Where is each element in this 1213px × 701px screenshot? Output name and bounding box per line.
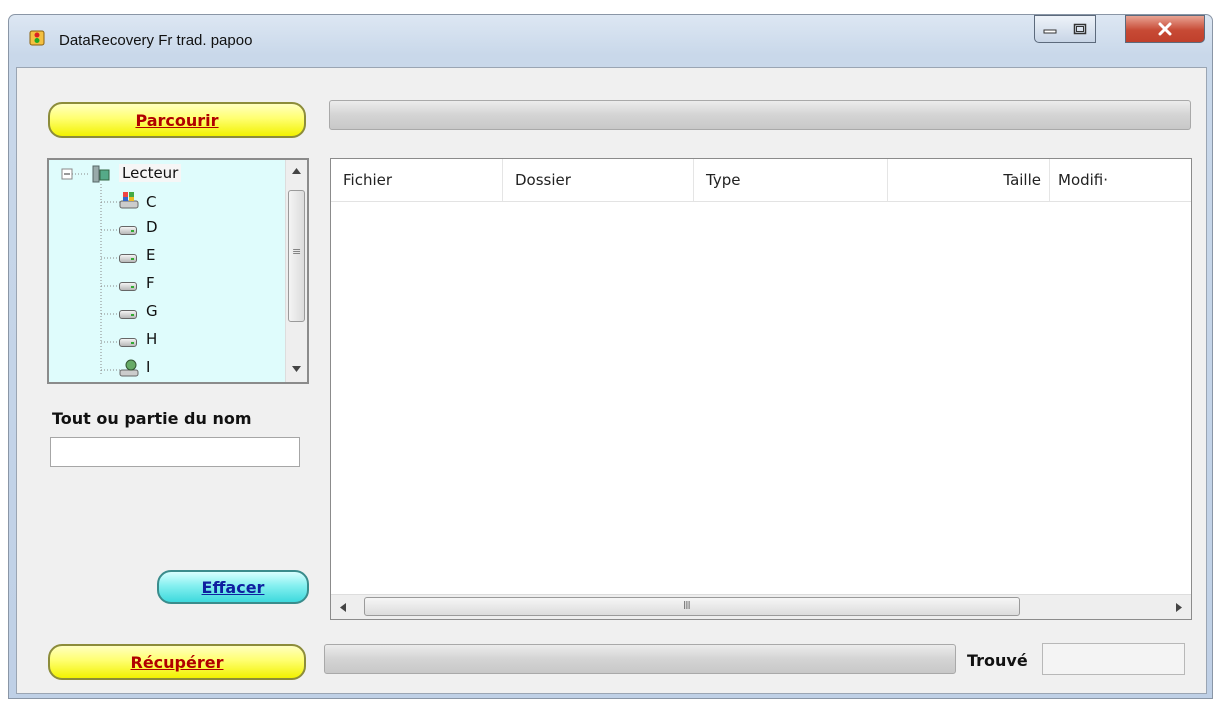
scroll-left-arrow-icon[interactable]	[340, 603, 346, 612]
tree-drive-f[interactable]: F	[146, 274, 155, 292]
column-header-dossier[interactable]: Dossier	[503, 159, 694, 201]
column-header-fichier[interactable]: Fichier	[331, 159, 503, 201]
tree-drive-c[interactable]: C	[146, 193, 156, 211]
clear-button[interactable]: Effacer	[157, 570, 309, 604]
recover-button[interactable]: Récupérer	[48, 644, 306, 680]
app-window: DataRecovery Fr trad. papoo Parcourir Le…	[8, 14, 1213, 699]
maximize-icon	[1073, 23, 1087, 35]
drive-icon	[119, 338, 137, 347]
column-header-taille[interactable]: Taille	[888, 159, 1050, 201]
name-filter-input[interactable]	[50, 437, 300, 467]
tree-drive-e[interactable]: E	[146, 246, 155, 264]
minimize-icon	[1043, 29, 1057, 34]
tree-root-label[interactable]: Lecteur	[119, 164, 182, 182]
table-horizontal-scrollbar[interactable]: III	[331, 594, 1191, 619]
scroll-grip-icon: ≡	[292, 245, 302, 258]
minimize-button[interactable]	[1034, 15, 1066, 43]
title-bar: DataRecovery Fr trad. papoo	[9, 15, 1212, 67]
network-drive-icon	[119, 359, 139, 377]
table-scroll-thumb[interactable]: III	[364, 597, 1020, 616]
scroll-down-arrow-icon[interactable]	[292, 366, 301, 372]
recovery-progress-bar	[324, 644, 956, 674]
table-header: Fichier Dossier Type Taille Modifi·	[331, 159, 1191, 202]
window-title: DataRecovery Fr trad. papoo	[59, 32, 253, 49]
name-filter-label: Tout ou partie du nom	[52, 409, 252, 428]
tree-drive-d[interactable]: D	[146, 218, 158, 236]
results-table[interactable]: Fichier Dossier Type Taille Modifi· III	[330, 158, 1192, 620]
drive-icon	[119, 226, 137, 235]
found-count-field	[1042, 643, 1185, 675]
app-icon	[29, 30, 45, 46]
browse-button[interactable]: Parcourir	[48, 102, 306, 138]
close-button[interactable]	[1125, 15, 1205, 43]
client-area: Parcourir Lecteur C D E F G H I ≡ Tout o…	[16, 67, 1207, 694]
recover-button-label: Récupérer	[130, 652, 224, 672]
scroll-grip-icon: III	[683, 599, 691, 612]
scan-progress-bar	[329, 100, 1191, 130]
column-header-modifie[interactable]: Modifi·	[1050, 159, 1191, 201]
scroll-up-arrow-icon[interactable]	[292, 168, 301, 174]
scroll-right-arrow-icon[interactable]	[1176, 603, 1182, 612]
tree-drive-g[interactable]: G	[146, 302, 158, 320]
computer-icon	[92, 165, 110, 183]
drive-icon	[119, 254, 137, 263]
tree-drive-i[interactable]: I	[146, 358, 150, 376]
drive-icon	[119, 282, 137, 291]
maximize-button[interactable]	[1065, 15, 1096, 43]
drive-icon	[119, 310, 137, 319]
browse-button-label: Parcourir	[135, 110, 219, 130]
table-body	[331, 202, 1191, 595]
tree-vertical-scrollbar[interactable]: ≡	[285, 160, 307, 382]
tree-scroll-thumb[interactable]: ≡	[288, 190, 305, 322]
found-count-label: Trouvé	[967, 651, 1028, 670]
column-header-type[interactable]: Type	[694, 159, 888, 201]
drive-tree[interactable]: Lecteur C D E F G H I ≡	[47, 158, 309, 384]
tree-drive-h[interactable]: H	[146, 330, 157, 348]
tree-lines	[61, 168, 121, 376]
close-icon	[1158, 22, 1172, 36]
clear-button-label: Effacer	[201, 577, 265, 597]
system-drive-icon	[119, 192, 139, 209]
